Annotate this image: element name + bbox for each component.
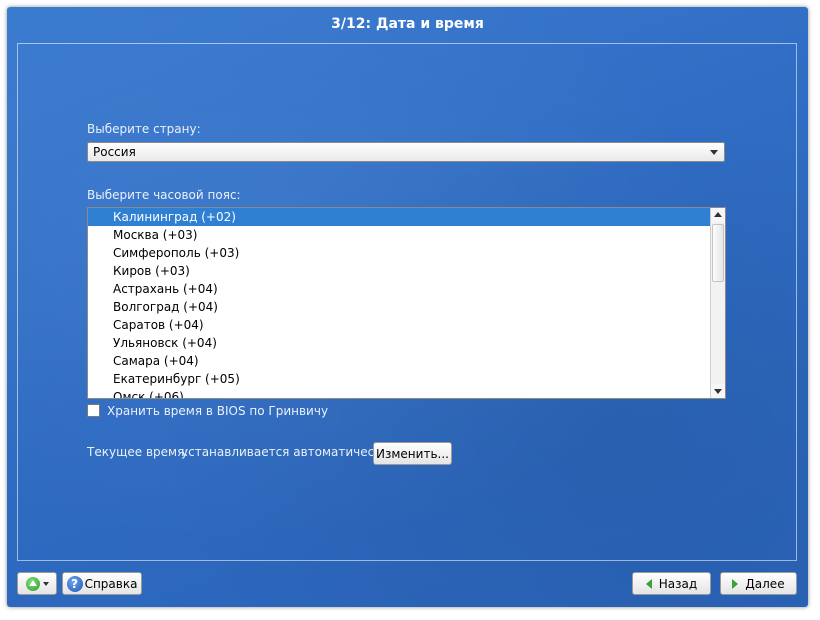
timezone-list-item[interactable]: Ульяновск (+04) — [88, 334, 710, 352]
arrow-down-icon — [714, 389, 722, 394]
timezone-list-item[interactable]: Екатеринбург (+05) — [88, 370, 710, 388]
timezone-list-item[interactable]: Симферополь (+03) — [88, 244, 710, 262]
back-button-label: Назад — [658, 576, 698, 591]
help-button-label: Справка — [84, 576, 138, 591]
timezone-list-item[interactable]: Киров (+03) — [88, 262, 710, 280]
country-label: Выберите страну: — [87, 122, 201, 136]
timezone-label: Выберите часовой пояс: — [87, 188, 241, 202]
help-button[interactable]: ? Справка — [62, 572, 142, 595]
timezone-list-item[interactable]: Астрахань (+04) — [88, 280, 710, 298]
back-button[interactable]: Назад — [632, 572, 711, 595]
green-left-arrow-icon — [645, 578, 652, 589]
timezone-list-items: Калининград (+02) Москва (+03) Симферополь… — [88, 208, 710, 398]
question-mark-icon: ? — [66, 575, 83, 592]
timezone-scrollbar[interactable] — [710, 208, 725, 398]
bios-utc-label: Хранить время в BIOS по Гринвичу — [107, 404, 329, 418]
installer-window: 3/12: Дата и время Выберите страну: Росс… — [7, 7, 808, 607]
bios-utc-checkbox[interactable] — [87, 404, 100, 417]
current-time-value: устанавливается автоматически — [181, 445, 390, 459]
timezone-list-item[interactable]: Калининград (+02) — [88, 208, 710, 226]
chevron-down-icon — [710, 150, 718, 155]
next-button-label: Далее — [745, 576, 785, 591]
country-select-value: Россия — [93, 145, 136, 159]
green-up-arrow-icon — [25, 576, 40, 591]
green-right-arrow-icon — [732, 578, 739, 589]
timezone-list-item[interactable]: Омск (+06) — [88, 388, 710, 398]
update-menu-button[interactable] — [17, 572, 57, 595]
scroll-down-button[interactable] — [711, 384, 725, 398]
timezone-list-item[interactable]: Москва (+03) — [88, 226, 710, 244]
country-select[interactable]: Россия — [87, 142, 725, 162]
chevron-down-icon — [42, 581, 49, 586]
timezone-list-item[interactable]: Саратов (+04) — [88, 316, 710, 334]
change-time-button[interactable]: Изменить... — [373, 442, 452, 465]
timezone-list[interactable]: Калининград (+02) Москва (+03) Симферополь… — [87, 207, 726, 399]
timezone-list-item[interactable]: Волгоград (+04) — [88, 298, 710, 316]
change-time-button-label: Изменить... — [376, 446, 449, 461]
arrow-up-icon — [714, 212, 722, 217]
current-time-label: Текущее время: — [87, 445, 189, 459]
timezone-list-item[interactable]: Самара (+04) — [88, 352, 710, 370]
scroll-thumb[interactable] — [712, 224, 724, 282]
window-title: 3/12: Дата и время — [331, 16, 484, 32]
scroll-up-button[interactable] — [711, 208, 725, 222]
next-button[interactable]: Далее — [720, 572, 797, 595]
